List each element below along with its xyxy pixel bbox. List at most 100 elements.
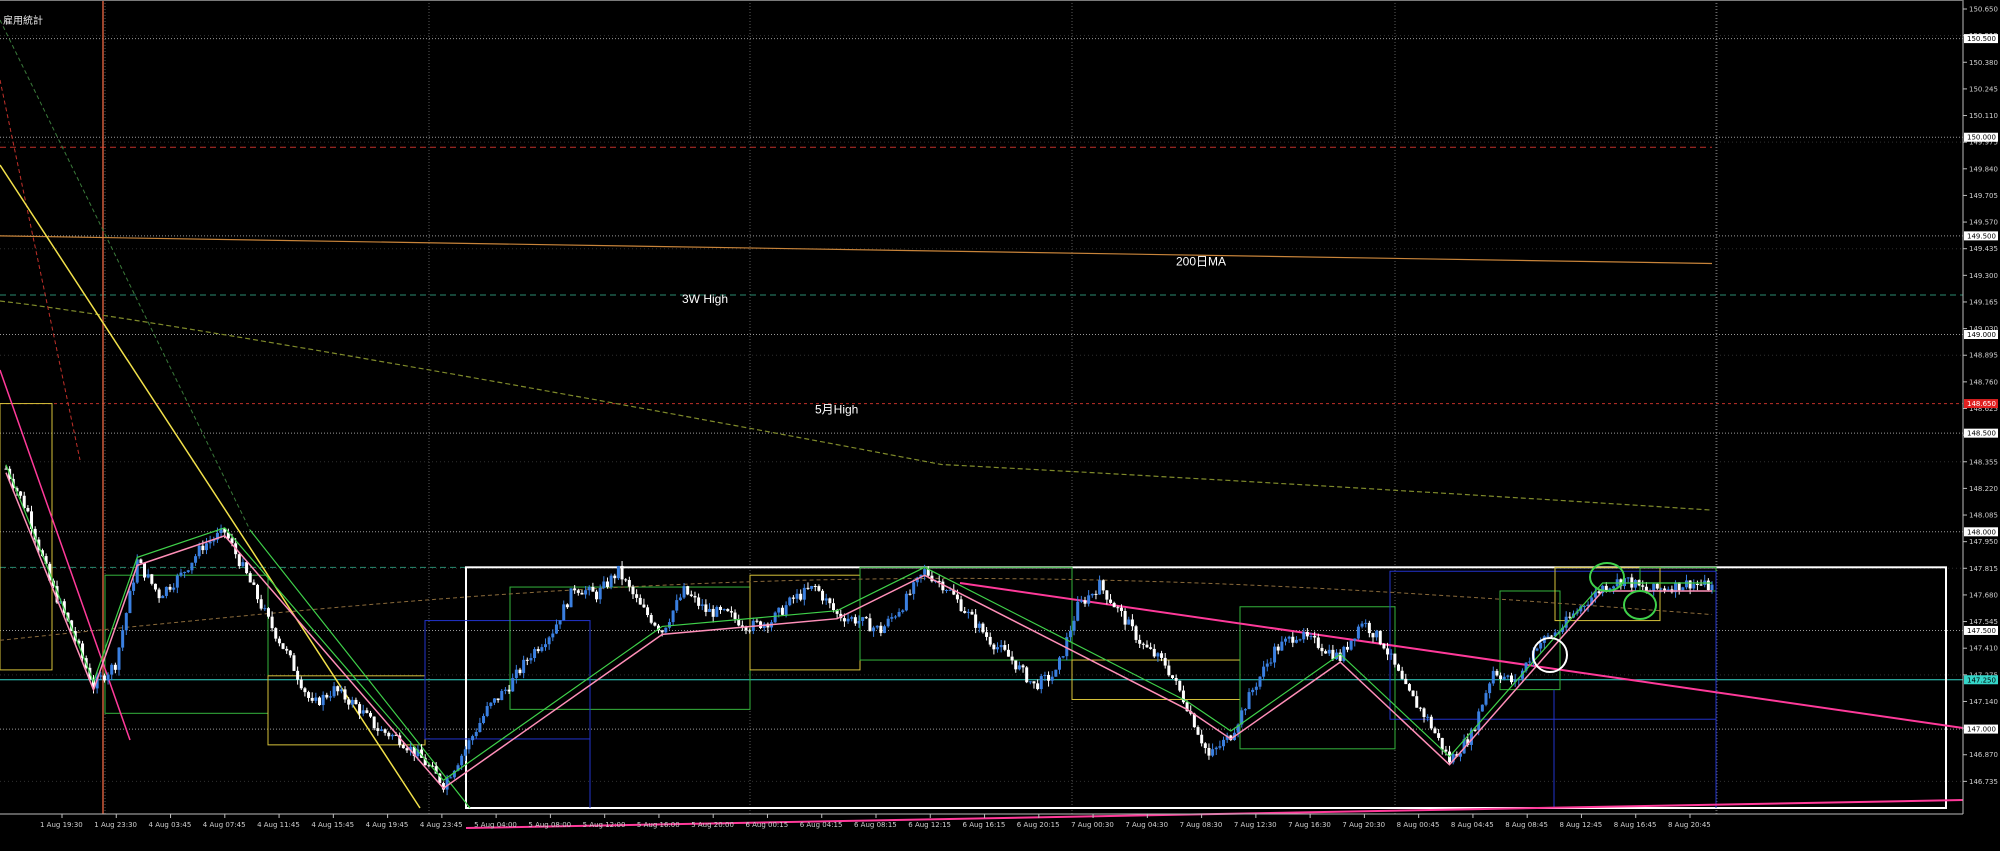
candle-body xyxy=(336,686,340,692)
candle-body xyxy=(970,611,974,615)
candle-body xyxy=(1021,665,1025,668)
candle-body xyxy=(649,615,653,623)
candle-body xyxy=(872,627,876,632)
y-tick-label: 147.815 xyxy=(1969,565,1998,573)
x-tick-label: 7 Aug 12:30 xyxy=(1234,821,1277,829)
candle-body xyxy=(1397,664,1401,671)
candle-body xyxy=(999,645,1003,648)
x-tick-label: 4 Aug 23:45 xyxy=(420,821,463,829)
candle-body xyxy=(1360,623,1364,627)
candle-body xyxy=(274,628,278,639)
candle-body xyxy=(503,689,507,691)
candle-body xyxy=(802,587,806,600)
candle-body xyxy=(1178,680,1182,691)
candle-body xyxy=(646,607,650,616)
candle-body xyxy=(259,599,263,609)
candle-body xyxy=(288,650,292,656)
candle-body xyxy=(365,710,369,713)
candle-body xyxy=(565,604,569,608)
candle-body xyxy=(150,574,154,584)
candle-body xyxy=(1324,651,1328,654)
forex-chart[interactable]: 200日MA 3W High 5月High 150.650150.515150.… xyxy=(0,0,2000,846)
candle-body xyxy=(806,587,810,589)
candle-body xyxy=(157,589,161,599)
candle-body xyxy=(755,620,759,622)
candle-body xyxy=(190,562,194,571)
candle-body xyxy=(1477,711,1481,731)
candle-body xyxy=(948,589,952,591)
candle-body xyxy=(172,587,176,590)
candle-body xyxy=(1203,743,1207,748)
candle-body xyxy=(292,655,296,671)
candle-body xyxy=(944,590,948,592)
candle-body xyxy=(554,624,558,634)
candle-body xyxy=(124,613,128,631)
candle-body xyxy=(544,644,548,648)
candle-body xyxy=(587,586,591,591)
candle-body xyxy=(1480,704,1484,712)
candle-body xyxy=(1652,583,1656,591)
candle-body xyxy=(1079,600,1083,602)
chart-title: 雇用統計 xyxy=(3,14,43,27)
candle-body xyxy=(460,755,464,766)
x-tick-label: 4 Aug 11:45 xyxy=(257,821,300,829)
x-tick-label: 1 Aug 23:30 xyxy=(94,821,137,829)
candle-body xyxy=(813,586,817,588)
candle-body xyxy=(1684,580,1688,588)
candle-body xyxy=(1345,646,1349,650)
price-tag-label: 148.650 xyxy=(1967,400,1996,408)
candle-body xyxy=(547,637,551,645)
candle-body xyxy=(569,588,573,608)
candle-body xyxy=(168,586,172,590)
candle-body xyxy=(299,679,303,689)
candle-body xyxy=(1488,683,1492,694)
candle-body xyxy=(1710,584,1714,591)
candle-body xyxy=(1313,635,1317,638)
price-tag-label: 149.000 xyxy=(1967,331,1996,339)
candle-body xyxy=(339,689,343,692)
candle-body xyxy=(682,586,686,598)
candle-body xyxy=(1422,708,1426,718)
candle-body xyxy=(139,559,143,564)
candle-body xyxy=(631,586,635,595)
candle-body xyxy=(1415,696,1419,708)
candle-body xyxy=(715,606,719,617)
y-tick-label: 150.110 xyxy=(1969,112,1998,120)
candle-body xyxy=(372,716,376,729)
x-tick-label: 5 Aug 20:00 xyxy=(691,821,734,829)
candle-body xyxy=(1440,737,1444,750)
candle-body xyxy=(474,731,478,737)
chart-canvas[interactable]: 200日MA 3W High 5月High 150.650150.515150.… xyxy=(0,0,2000,846)
candle-body xyxy=(1006,649,1010,657)
candle-body xyxy=(959,599,963,612)
candle-body xyxy=(620,565,624,580)
candle-body xyxy=(1247,692,1251,710)
candle-body xyxy=(256,584,260,600)
y-tick-label: 147.680 xyxy=(1969,591,1998,599)
candle-body xyxy=(635,594,639,598)
x-tick-label: 6 Aug 00:15 xyxy=(745,821,788,829)
candle-body xyxy=(1043,674,1047,677)
candle-body xyxy=(788,597,792,606)
candle-body xyxy=(1367,622,1371,634)
candle-body xyxy=(1692,583,1696,589)
annotation-200ma: 200日MA xyxy=(1176,255,1226,269)
candle-body xyxy=(1706,580,1710,591)
candle-body xyxy=(110,664,114,675)
candle-body xyxy=(1382,644,1386,649)
candle-body xyxy=(1076,601,1080,621)
candle-body xyxy=(857,620,861,624)
y-axis-panel xyxy=(1963,0,2000,846)
x-tick-label: 4 Aug 07:45 xyxy=(203,821,246,829)
candle-body xyxy=(1047,674,1051,681)
candle-body xyxy=(237,554,241,567)
candle-body xyxy=(704,604,708,612)
x-tick-label: 6 Aug 04:15 xyxy=(800,821,843,829)
y-tick-label: 149.435 xyxy=(1969,245,1998,253)
candle-body xyxy=(904,593,908,611)
candle-body xyxy=(1218,746,1222,748)
candle-body xyxy=(1003,645,1007,650)
candle-body xyxy=(153,583,157,590)
candle-body xyxy=(1364,622,1368,624)
candle-body xyxy=(981,623,985,633)
